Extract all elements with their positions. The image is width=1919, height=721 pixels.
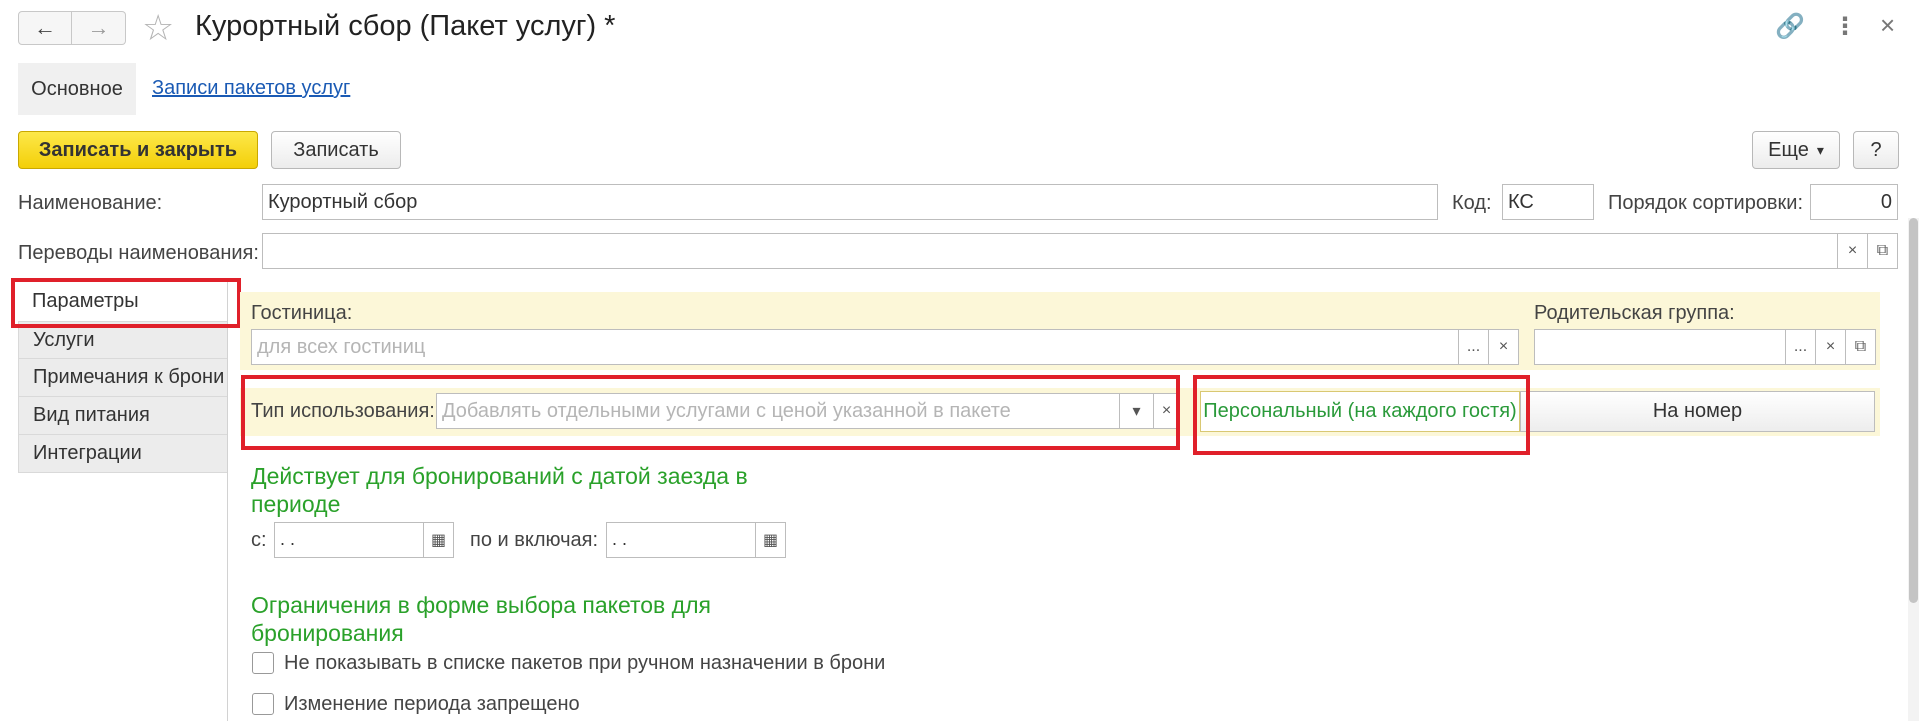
clear-icon[interactable]: × — [1838, 233, 1868, 269]
link-icon[interactable]: 🔗 — [1775, 12, 1805, 41]
more-button-label: Еще — [1768, 138, 1809, 161]
period-change-forbidden-checkbox[interactable] — [252, 693, 274, 715]
hotel-field[interactable]: для всех гостиниц — [251, 329, 1459, 365]
code-label: Код: — [1452, 192, 1492, 214]
parent-group-label: Родительская группа: — [1534, 302, 1735, 324]
restrictions-heading: Ограничения в форме выбора пакетов для б… — [251, 592, 711, 646]
hide-in-manual-label: Не показывать в списке пакетов при ручно… — [284, 652, 886, 674]
name-field[interactable]: Курортный сбор — [262, 184, 1438, 220]
arrow-left-icon: ← — [34, 15, 56, 40]
clear-icon[interactable]: × — [1489, 329, 1519, 365]
translations-label: Переводы наименования: — [18, 242, 259, 264]
more-button[interactable]: Еще ▾ — [1752, 131, 1840, 169]
open-icon[interactable]: ⧉ — [1846, 329, 1876, 365]
calendar-icon[interactable]: ▦ — [424, 522, 454, 558]
hide-in-manual-checkbox[interactable] — [252, 652, 274, 674]
save-and-close-button[interactable]: Записать и закрыть — [18, 131, 258, 169]
tab-main[interactable]: Основное — [18, 63, 136, 115]
favorite-star-icon[interactable]: ☆ — [142, 8, 174, 48]
calendar-icon[interactable]: ▦ — [756, 522, 786, 558]
more-actions-icon[interactable]: ⋮ — [1833, 12, 1857, 41]
date-to-label: по и включая: — [470, 529, 598, 551]
period-change-forbidden-label: Изменение периода запрещено — [284, 693, 580, 715]
date-from-field[interactable]: . . — [274, 522, 424, 558]
highlight-personal-toggle — [1193, 375, 1530, 455]
open-icon[interactable]: ⧉ — [1868, 233, 1898, 269]
close-icon[interactable]: × — [1880, 10, 1895, 41]
sort-order-field[interactable]: 0 — [1810, 184, 1898, 220]
clear-icon[interactable]: × — [1816, 329, 1846, 365]
arrow-right-icon: → — [87, 15, 110, 40]
forward-button[interactable]: → — [72, 11, 126, 45]
translations-field[interactable] — [262, 233, 1838, 269]
scrollbar-thumb[interactable] — [1909, 218, 1918, 603]
hotel-label: Гостиница: — [251, 302, 353, 324]
name-label: Наименование: — [18, 192, 163, 214]
page-title: Курортный сбор (Пакет услуг) * — [195, 10, 616, 42]
code-field[interactable]: КС — [1502, 184, 1594, 220]
date-from-label: с: — [251, 529, 267, 551]
highlight-params-tab — [11, 278, 241, 328]
back-button[interactable]: ← — [18, 11, 72, 45]
sidetab-meal-plan[interactable]: Вид питания — [18, 397, 228, 435]
sidetab-booking-notes[interactable]: Примечания к брони — [18, 359, 228, 397]
toggle-per-room[interactable]: На номер — [1520, 391, 1875, 432]
period-heading: Действует для бронирований с датой заезд… — [251, 463, 748, 517]
ellipsis-icon[interactable]: ... — [1786, 329, 1816, 365]
highlight-usage-type — [241, 375, 1180, 450]
sort-order-label: Порядок сортировки: — [1608, 192, 1804, 214]
parent-group-field[interactable] — [1534, 329, 1786, 365]
chevron-down-icon: ▾ — [1816, 141, 1824, 158]
side-divider — [227, 279, 228, 721]
help-button[interactable]: ? — [1853, 131, 1899, 169]
save-button[interactable]: Записать — [271, 131, 401, 169]
sidetab-integrations[interactable]: Интеграции — [18, 435, 228, 473]
date-to-field[interactable]: . . — [606, 522, 756, 558]
tab-package-records-link[interactable]: Записи пакетов услуг — [152, 77, 350, 100]
ellipsis-icon[interactable]: ... — [1459, 329, 1489, 365]
